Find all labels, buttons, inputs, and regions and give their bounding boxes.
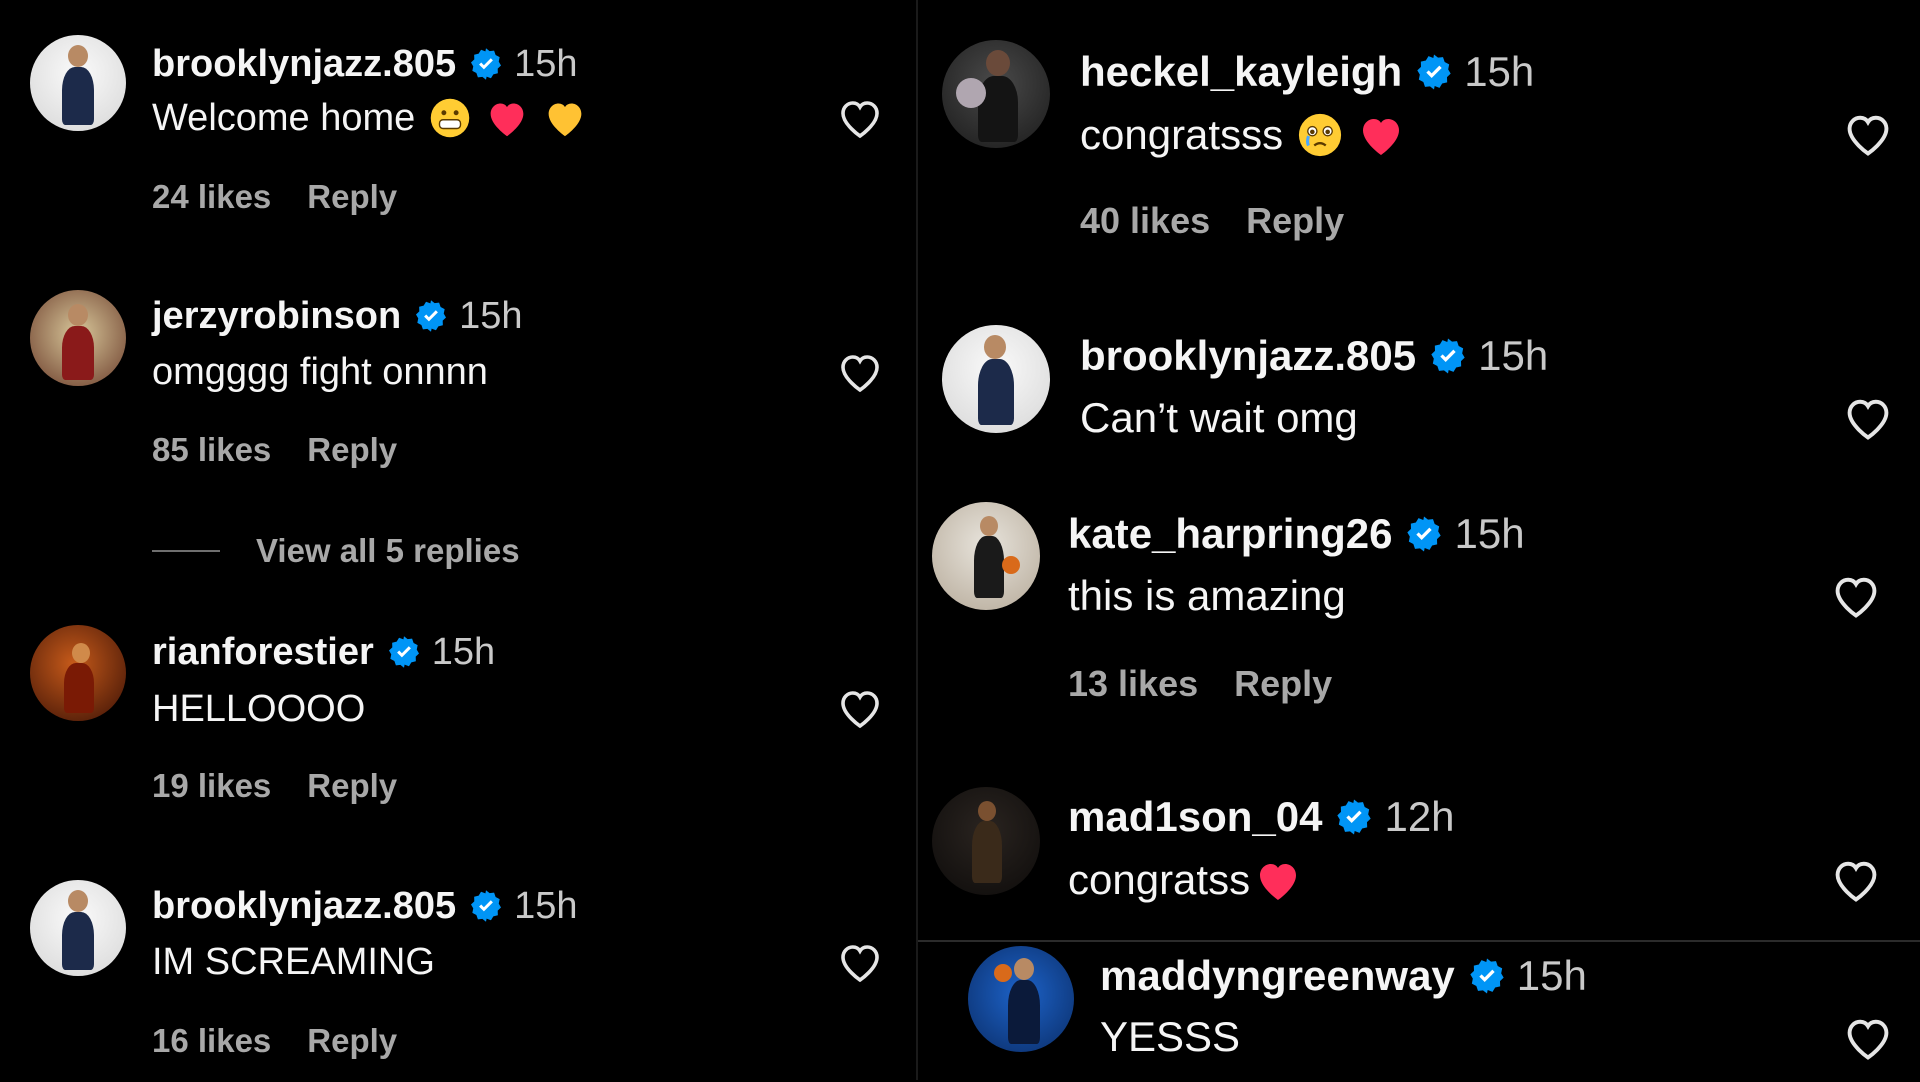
- like-heart-icon[interactable]: [836, 686, 884, 730]
- comment-timestamp: 15h: [514, 42, 578, 85]
- replies-divider-line: [152, 550, 220, 552]
- like-heart-icon[interactable]: [1842, 1014, 1894, 1062]
- verified-badge-icon: [416, 300, 447, 332]
- reply-button[interactable]: Reply: [1234, 663, 1332, 705]
- comment-text: this is amazing: [1068, 572, 1346, 619]
- verified-badge-icon: [471, 890, 502, 922]
- avatar[interactable]: [942, 325, 1050, 433]
- verified-badge-icon: [1407, 516, 1442, 552]
- comment-timestamp: 12h: [1384, 793, 1455, 840]
- like-heart-icon[interactable]: [1842, 394, 1894, 442]
- verified-badge-icon: [1431, 338, 1465, 374]
- right-bottom-comments-panel: maddyngreenway 15h YESSS: [918, 940, 1920, 1082]
- like-count[interactable]: 40 likes: [1080, 200, 1210, 242]
- verified-badge-icon: [388, 636, 419, 668]
- comment-timestamp: 15h: [1516, 952, 1587, 999]
- red-heart-emoji-icon: [1363, 119, 1400, 155]
- comment-text: Welcome home: [152, 96, 416, 139]
- comment-text: Can’t wait omg: [1080, 394, 1358, 441]
- red-heart-emoji-icon: [490, 103, 524, 137]
- avatar[interactable]: [932, 502, 1040, 610]
- comment-timestamp: 15h: [459, 294, 523, 337]
- comment-text: HELLOOOO: [152, 687, 366, 730]
- comment-username[interactable]: rianforestier: [152, 631, 374, 674]
- avatar[interactable]: [30, 290, 126, 386]
- reply-button[interactable]: Reply: [307, 1022, 397, 1060]
- verified-badge-icon: [471, 48, 502, 80]
- comment-timestamp: 15h: [1464, 48, 1535, 95]
- comment-username[interactable]: brooklynjazz.805: [152, 43, 456, 86]
- like-heart-icon[interactable]: [836, 96, 884, 140]
- comment-username[interactable]: brooklynjazz.805: [152, 885, 456, 928]
- comment-text: YESSS: [1100, 1013, 1241, 1060]
- avatar[interactable]: [968, 946, 1074, 1052]
- comment-timestamp: 15h: [514, 884, 578, 927]
- avatar[interactable]: [30, 625, 126, 721]
- like-count[interactable]: 85 likes: [152, 431, 271, 469]
- comment-timestamp: 15h: [1478, 332, 1549, 379]
- avatar[interactable]: [942, 40, 1050, 148]
- reply-button[interactable]: Reply: [307, 767, 397, 805]
- comment-username[interactable]: maddyngreenway: [1100, 952, 1455, 1000]
- comment-text: congratss: [1068, 856, 1251, 903]
- verified-badge-icon: [1337, 799, 1372, 835]
- comment-username[interactable]: mad1son_04: [1068, 793, 1322, 841]
- comment-text: congratsss: [1080, 111, 1284, 158]
- red-heart-emoji-icon: [1260, 864, 1297, 900]
- left-comments-panel: brooklynjazz.805 15h Welcome home 24 lik…: [0, 0, 918, 1080]
- yellow-heart-emoji-icon: [548, 103, 582, 137]
- reply-button[interactable]: Reply: [307, 431, 397, 469]
- like-count[interactable]: 24 likes: [152, 178, 271, 216]
- verified-badge-icon: [1417, 54, 1451, 90]
- like-count[interactable]: 19 likes: [152, 767, 271, 805]
- like-heart-icon[interactable]: [1842, 110, 1894, 158]
- comment-text: omgggg fight onnnn: [152, 350, 488, 393]
- avatar[interactable]: [30, 35, 126, 131]
- reply-button[interactable]: Reply: [307, 178, 397, 216]
- like-heart-icon[interactable]: [1830, 856, 1882, 904]
- verified-badge-icon: [1470, 958, 1504, 994]
- view-replies-label: View all 5 replies: [256, 532, 520, 569]
- right-comments-panel: heckel_kayleigh 15h congratsss 40 likes …: [918, 0, 1920, 940]
- like-heart-icon[interactable]: [836, 350, 884, 394]
- view-replies-link[interactable]: View all 5 replies: [152, 532, 520, 570]
- comment-timestamp: 15h: [1454, 510, 1525, 557]
- avatar[interactable]: [30, 880, 126, 976]
- comment-username[interactable]: jerzyrobinson: [152, 295, 401, 338]
- comment-username[interactable]: kate_harpring26: [1068, 510, 1392, 558]
- comment-username[interactable]: brooklynjazz.805: [1080, 332, 1416, 380]
- like-count[interactable]: 16 likes: [152, 1022, 271, 1060]
- like-count[interactable]: 13 likes: [1068, 663, 1198, 705]
- reply-button[interactable]: Reply: [1246, 200, 1344, 242]
- grinning-emoji-icon: [431, 98, 470, 138]
- comment-username[interactable]: heckel_kayleigh: [1080, 48, 1402, 96]
- comment-text: IM SCREAMING: [152, 940, 435, 983]
- like-heart-icon[interactable]: [1830, 572, 1882, 620]
- crying-emoji-icon: [1299, 113, 1342, 157]
- comment-timestamp: 15h: [431, 630, 496, 673]
- avatar[interactable]: [932, 787, 1040, 895]
- like-heart-icon[interactable]: [836, 940, 884, 984]
